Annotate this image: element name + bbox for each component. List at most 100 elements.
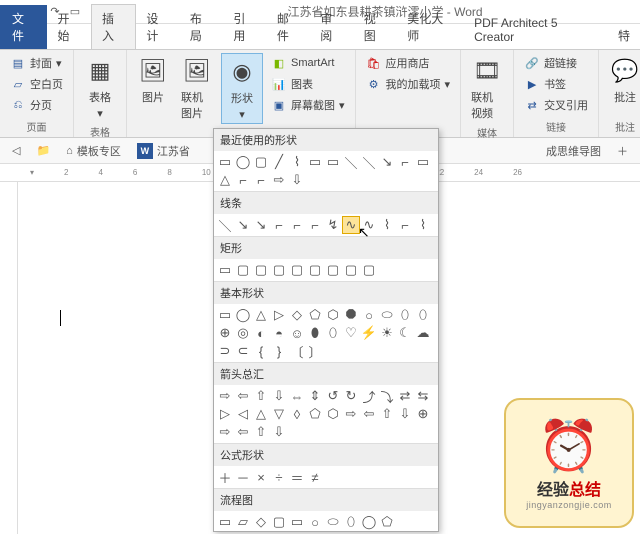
line-2[interactable]: ↘	[234, 216, 252, 234]
tab-beauty[interactable]: 美化大师	[397, 5, 464, 49]
smartart-button[interactable]: ◧SmartArt	[267, 53, 349, 73]
rect-8[interactable]: ▢	[342, 261, 360, 279]
folder-icon[interactable]: 📁	[30, 142, 56, 159]
b-11[interactable]: ⬯	[396, 306, 414, 324]
mindmap-item[interactable]: 成思维导图	[540, 141, 607, 161]
add-tab-icon[interactable]: ＋	[611, 141, 634, 161]
b-10[interactable]: ⬭	[378, 306, 396, 324]
tab-home[interactable]: 开始	[47, 5, 90, 49]
rect-3[interactable]: ▢	[252, 261, 270, 279]
line-3[interactable]: ↘	[252, 216, 270, 234]
table-button[interactable]: ▦表格 ▾	[80, 53, 120, 122]
rect-4[interactable]: ▢	[270, 261, 288, 279]
line-8[interactable]: ∿	[360, 216, 378, 234]
b-23[interactable]: ☾	[396, 324, 414, 342]
b-16[interactable]: ◓	[270, 324, 288, 342]
templates-item[interactable]: ⌂模板专区	[60, 141, 127, 161]
store-button[interactable]: 🛍应用商店	[362, 53, 455, 73]
online-pictures-button[interactable]: 🖼联机图片	[177, 53, 217, 123]
rect-5[interactable]: ▢	[288, 261, 306, 279]
b-1[interactable]: ▭	[216, 306, 234, 324]
rect-1[interactable]: ▭	[216, 261, 234, 279]
eq-neq[interactable]: ≠	[306, 468, 324, 486]
tab-file[interactable]: 文件	[0, 5, 47, 49]
b-7[interactable]: ⬡	[324, 306, 342, 324]
f-1[interactable]: ▭	[216, 513, 234, 531]
b-13[interactable]: ⊕	[216, 324, 234, 342]
hyperlink-button[interactable]: 🔗超链接	[520, 53, 592, 73]
comment-button[interactable]: 💬批注	[605, 53, 640, 107]
doc-tab[interactable]: W江苏省	[131, 141, 196, 161]
eq-plus[interactable]: ＋	[216, 468, 234, 486]
video-button[interactable]: 🎞联机视频	[467, 53, 507, 123]
f-9[interactable]: ◯	[360, 513, 378, 531]
shape-oval[interactable]: ◯	[234, 153, 252, 171]
a-11[interactable]: ⇄	[396, 387, 414, 405]
tab-special[interactable]: 特	[608, 22, 640, 49]
a-18[interactable]: ⬠	[306, 405, 324, 423]
nav-back-icon[interactable]: ◁	[6, 142, 26, 159]
eq-div[interactable]: ÷	[270, 468, 288, 486]
tab-pdf[interactable]: PDF Architect 5 Creator	[464, 11, 608, 49]
f-5[interactable]: ▭	[288, 513, 306, 531]
cover-page-button[interactable]: ▤封面 ▾	[6, 53, 67, 73]
shape-triangle[interactable]: △	[216, 171, 234, 189]
shape-roundrect[interactable]: ▢	[252, 153, 270, 171]
rect-6[interactable]: ▢	[306, 261, 324, 279]
b-29[interactable]: 〔	[288, 342, 306, 360]
b-20[interactable]: ♡	[342, 324, 360, 342]
b-5[interactable]: ◇	[288, 306, 306, 324]
eq-minus[interactable]: －	[234, 468, 252, 486]
shape-scribble[interactable]: ⌇	[288, 153, 306, 171]
a-10[interactable]: ⤵	[378, 387, 396, 405]
tab-mailings[interactable]: 邮件	[267, 5, 310, 49]
line-7[interactable]: ↯	[324, 216, 342, 234]
b-27[interactable]: {	[252, 342, 270, 360]
shape-elbow[interactable]: ⌐	[396, 153, 414, 171]
screenshot-button[interactable]: ▣屏幕截图 ▾	[267, 95, 349, 115]
a-3[interactable]: ⇧	[252, 387, 270, 405]
a-14[interactable]: ◁	[234, 405, 252, 423]
a-5[interactable]: ⇔	[288, 387, 306, 405]
tab-design[interactable]: 设计	[136, 5, 179, 49]
b-18[interactable]: ⬮	[306, 324, 324, 342]
shape-rect3[interactable]: ▭	[324, 153, 342, 171]
tab-review[interactable]: 审阅	[310, 5, 353, 49]
pictures-button[interactable]: 🖼图片	[133, 53, 173, 107]
line-10[interactable]: ⌐	[396, 216, 414, 234]
crossref-button[interactable]: ⇄交叉引用	[520, 95, 592, 115]
a-22[interactable]: ⇧	[378, 405, 396, 423]
shape-arrow-d[interactable]: ⇩	[288, 171, 306, 189]
f-4[interactable]: ▢	[270, 513, 288, 531]
b-28[interactable]: }	[270, 342, 288, 360]
line-5[interactable]: ⌐	[288, 216, 306, 234]
a-26[interactable]: ⇦	[234, 423, 252, 441]
line-4[interactable]: ⌐	[270, 216, 288, 234]
f-10[interactable]: ⬠	[378, 513, 396, 531]
a-19[interactable]: ⬡	[324, 405, 342, 423]
a-21[interactable]: ⇦	[360, 405, 378, 423]
eq-eq[interactable]: ＝	[288, 468, 306, 486]
tab-view[interactable]: 视图	[354, 5, 397, 49]
chart-button[interactable]: 📊图表	[267, 74, 349, 94]
a-7[interactable]: ↺	[324, 387, 342, 405]
b-6[interactable]: ⬠	[306, 306, 324, 324]
a-4[interactable]: ⇩	[270, 387, 288, 405]
f-8[interactable]: ⬯	[342, 513, 360, 531]
shape-elbow3[interactable]: ⌐	[252, 171, 270, 189]
a-15[interactable]: △	[252, 405, 270, 423]
b-2[interactable]: ◯	[234, 306, 252, 324]
b-12[interactable]: ⬯	[414, 306, 432, 324]
f-2[interactable]: ▱	[234, 513, 252, 531]
line-6[interactable]: ⌐	[306, 216, 324, 234]
shape-textbox[interactable]: ▭	[216, 153, 234, 171]
b-26[interactable]: ⊂	[234, 342, 252, 360]
my-addins-button[interactable]: ⚙我的加载项 ▾	[362, 74, 455, 94]
line-1[interactable]: ＼	[216, 216, 234, 234]
b-17[interactable]: ☺	[288, 324, 306, 342]
shape-line3[interactable]: ＼	[360, 153, 378, 171]
shapes-button[interactable]: ◉形状 ▾	[221, 53, 263, 124]
line-curve-hover[interactable]: ∿	[342, 216, 360, 234]
b-21[interactable]: ⚡	[360, 324, 378, 342]
tab-layout[interactable]: 布局	[180, 5, 223, 49]
